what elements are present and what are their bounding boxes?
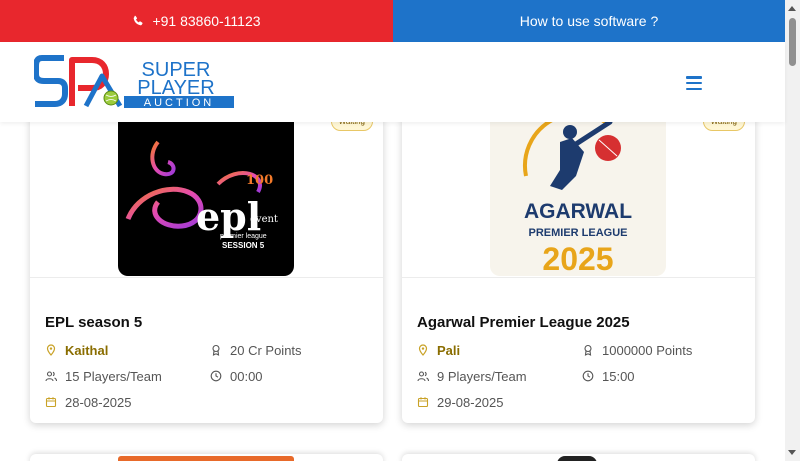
location-info: Kaithal xyxy=(45,342,210,358)
super-player-auction-logo[interactable]: SUPER PLAYER AUCTION xyxy=(34,54,234,108)
location-info: Pali xyxy=(417,342,582,358)
date-info: 28-08-2025 xyxy=(45,394,210,410)
date-info: 29-08-2025 xyxy=(417,394,582,410)
card-info-grid: Pali 1000000 Points 9 Players/Team 15:00… xyxy=(417,342,740,410)
players-text: 9 Players/Team xyxy=(437,368,527,384)
hamburger-menu-icon[interactable] xyxy=(686,76,702,90)
card-image-partial xyxy=(557,456,597,461)
points-text: 20 Cr Points xyxy=(230,342,302,358)
epl-poster-image: 100 epl event premier league SESSION 5 xyxy=(118,122,294,276)
players-text: 15 Players/Team xyxy=(65,368,162,384)
poster-line4: SESSION 5 xyxy=(222,241,265,250)
points-text: 1000000 Points xyxy=(602,342,693,358)
auction-card[interactable]: 100 epl event premier league SESSION 5 W… xyxy=(30,122,383,423)
navbar: SUPER PLAYER AUCTION xyxy=(0,42,785,122)
agarwal-poster-image: AGARWAL PREMIER LEAGUE 2025 xyxy=(490,122,666,276)
clock-icon xyxy=(582,370,594,382)
auction-card-partial[interactable] xyxy=(402,454,755,461)
poster-mark: 100 xyxy=(246,173,273,188)
location-pin-icon xyxy=(418,344,428,356)
logo-text-auction: AUCTION xyxy=(144,97,215,108)
scroll-up-arrow-icon[interactable] xyxy=(788,6,796,11)
award-icon xyxy=(212,344,220,356)
date-text: 29-08-2025 xyxy=(437,394,504,410)
time-info: 00:00 xyxy=(210,368,368,384)
points-info: 1000000 Points xyxy=(582,342,740,358)
location-pin-icon xyxy=(46,344,56,356)
status-badge: Waiting xyxy=(330,122,373,131)
poster-line2: PREMIER LEAGUE xyxy=(528,227,627,239)
time-text: 00:00 xyxy=(230,368,263,384)
users-icon xyxy=(417,371,429,382)
card-image-area: 100 epl event premier league SESSION 5 W… xyxy=(30,122,383,278)
auction-list: 100 epl event premier league SESSION 5 W… xyxy=(0,122,785,461)
epl-logo-art: 100 epl event premier league SESSION 5 xyxy=(125,140,278,250)
time-info: 15:00 xyxy=(582,368,740,384)
poster-line1: AGARWAL xyxy=(524,200,632,223)
card-body: EPL season 5 Kaithal 20 Cr Points 15 Pla… xyxy=(30,278,383,423)
auction-card-partial[interactable] xyxy=(30,454,383,461)
phone-number: +91 83860-11123 xyxy=(152,13,261,29)
card-info-grid: Kaithal 20 Cr Points 15 Players/Team 00:… xyxy=(45,342,368,410)
players-info: 15 Players/Team xyxy=(45,368,210,384)
card-title: EPL season 5 xyxy=(45,314,143,331)
calendar-icon xyxy=(417,397,429,408)
card-body: Agarwal Premier League 2025 Pali 1000000… xyxy=(402,278,755,423)
users-icon xyxy=(45,371,57,382)
date-text: 28-08-2025 xyxy=(65,394,132,410)
clock-icon xyxy=(210,370,222,382)
card-image-partial xyxy=(118,456,294,461)
logo-text-player: PLAYER xyxy=(137,77,214,99)
phone-contact-link[interactable]: +91 83860-11123 xyxy=(0,0,393,42)
location-text: Pali xyxy=(437,342,461,358)
poster-line3: 2025 xyxy=(542,241,613,276)
points-info: 20 Cr Points xyxy=(210,342,368,358)
status-badge: Waiting xyxy=(702,122,745,131)
card-image-area: AGARWAL PREMIER LEAGUE 2025 Waiting xyxy=(402,122,755,278)
top-bar: +91 83860-11123 How to use software ? xyxy=(0,0,785,42)
award-icon xyxy=(584,344,592,356)
scrollbar-thumb[interactable] xyxy=(789,18,796,66)
poster-line3: premier league xyxy=(220,233,267,240)
agarwal-logo-art: AGARWAL PREMIER LEAGUE 2025 xyxy=(523,122,632,276)
poster-line2: event xyxy=(250,214,278,225)
auction-card[interactable]: AGARWAL PREMIER LEAGUE 2025 Waiting Agar… xyxy=(402,122,755,423)
how-to-use-link[interactable]: How to use software ? xyxy=(393,0,785,42)
phone-icon xyxy=(134,15,144,26)
location-text: Kaithal xyxy=(65,342,109,358)
players-info: 9 Players/Team xyxy=(417,368,582,384)
how-to-use-label: How to use software ? xyxy=(519,13,659,29)
card-title: Agarwal Premier League 2025 xyxy=(417,314,630,331)
page-scrollbar[interactable] xyxy=(785,0,800,461)
scroll-down-arrow-icon[interactable] xyxy=(788,450,796,455)
time-text: 15:00 xyxy=(602,368,635,384)
calendar-icon xyxy=(45,397,57,408)
